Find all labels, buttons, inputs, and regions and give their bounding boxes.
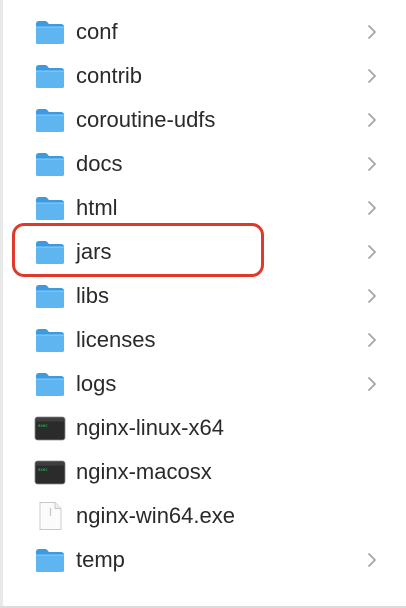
file-name: temp <box>76 547 125 572</box>
folder-icon <box>34 106 66 134</box>
file-name: libs <box>76 283 110 308</box>
file-row-html[interactable]: html <box>0 186 406 230</box>
file-name: jars <box>76 239 112 264</box>
file-row-conf[interactable]: conf <box>0 10 406 54</box>
file-row-contrib[interactable]: contrib <box>0 54 406 98</box>
chevron-right-icon <box>366 376 378 392</box>
file-name: logs <box>76 371 117 396</box>
file-row-libs[interactable]: libs <box>0 274 406 318</box>
folder-icon <box>34 62 66 90</box>
chevron-right-icon <box>366 68 378 84</box>
finder-column-pane: conf contrib coroutine-udfs docs html jars lib… <box>0 0 406 608</box>
chevron-right-icon <box>366 288 378 304</box>
folder-icon <box>34 150 66 178</box>
file-row-coroutine-udfs[interactable]: coroutine-udfs <box>0 98 406 142</box>
folder-icon <box>34 326 66 354</box>
chevron-right-icon <box>366 332 378 348</box>
blank-document-icon <box>34 502 66 530</box>
chevron-right-icon <box>366 244 378 260</box>
folder-icon <box>34 546 66 574</box>
file-name: conf <box>76 19 118 44</box>
file-row-nginx-macosx[interactable]: exec nginx-macosx <box>0 450 406 494</box>
chevron-right-icon <box>366 156 378 172</box>
file-name: docs <box>76 151 123 176</box>
file-row-nginx-win64-exe[interactable]: nginx-win64.exe <box>0 494 406 538</box>
file-row-temp[interactable]: temp <box>0 538 406 582</box>
terminal-executable-icon: exec <box>34 458 66 486</box>
file-name: coroutine-udfs <box>76 107 216 132</box>
file-row-logs[interactable]: logs <box>0 362 406 406</box>
file-row-nginx-linux-x64[interactable]: exec nginx-linux-x64 <box>0 406 406 450</box>
file-row-docs[interactable]: docs <box>0 142 406 186</box>
file-name: contrib <box>76 63 143 88</box>
folder-icon <box>34 18 66 46</box>
file-name: nginx-macosx <box>76 459 212 484</box>
file-name: licenses <box>76 327 156 352</box>
folder-icon <box>34 370 66 398</box>
file-name: html <box>76 195 118 220</box>
folder-icon <box>34 194 66 222</box>
chevron-right-icon <box>366 200 378 216</box>
svg-text:exec: exec <box>38 423 48 428</box>
chevron-right-icon <box>366 24 378 40</box>
folder-icon <box>34 282 66 310</box>
file-name: nginx-win64.exe <box>76 503 235 528</box>
chevron-right-icon <box>366 552 378 568</box>
chevron-right-icon <box>366 112 378 128</box>
svg-text:exec: exec <box>38 467 48 472</box>
folder-icon <box>34 238 66 266</box>
file-row-jars[interactable]: jars <box>0 230 406 274</box>
file-name: nginx-linux-x64 <box>76 415 224 440</box>
terminal-executable-icon: exec <box>34 414 66 442</box>
file-row-licenses[interactable]: licenses <box>0 318 406 362</box>
